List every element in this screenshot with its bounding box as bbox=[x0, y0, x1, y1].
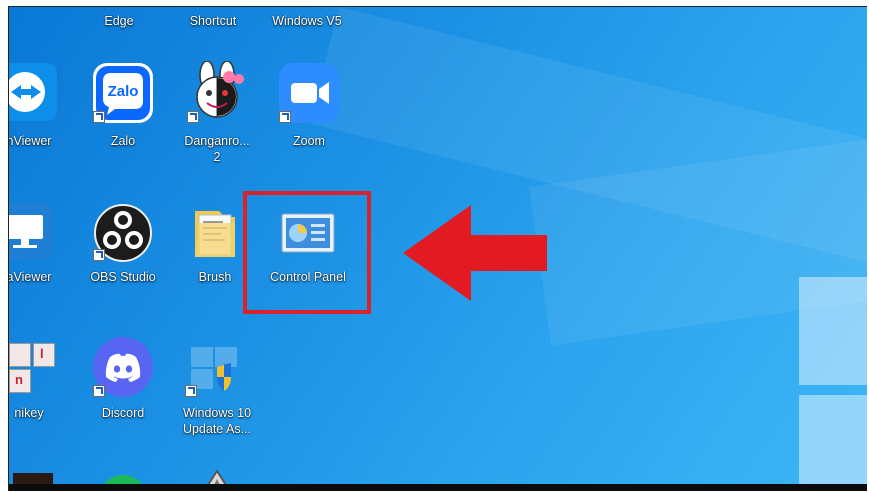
danganronpa-shortcut-arrow-icon bbox=[187, 111, 199, 123]
zalo-logo-text: Zalo bbox=[107, 83, 139, 100]
danganronpa-label-line2[interactable]: 2 bbox=[167, 149, 267, 165]
taskbar-edge bbox=[9, 484, 867, 491]
teamviewer-icon[interactable] bbox=[9, 63, 57, 121]
windows-update-shortcut-arrow-icon bbox=[185, 385, 197, 397]
discord-shortcut-arrow-icon bbox=[93, 385, 105, 397]
windows-v5-label[interactable]: Windows V5 bbox=[257, 13, 357, 29]
teamviewer-label[interactable]: nViewer bbox=[9, 133, 79, 149]
zoom-shortcut-arrow-icon bbox=[279, 111, 291, 123]
discord-label[interactable]: Discord bbox=[73, 405, 173, 421]
pointer-arrow-icon bbox=[403, 205, 547, 301]
danganronpa-label[interactable]: Danganro... bbox=[167, 133, 267, 149]
folder-icon[interactable] bbox=[189, 205, 241, 261]
anyviewer-label[interactable]: aViewer bbox=[9, 269, 79, 285]
windows-update-label[interactable]: Windows 10 bbox=[167, 405, 267, 421]
windows-update-label-line2[interactable]: Update As... bbox=[167, 421, 267, 437]
desktop: Edge Shortcut Windows V5 nViewer Zalo Za… bbox=[8, 6, 867, 491]
obs-studio-label[interactable]: OBS Studio bbox=[73, 269, 173, 285]
monitor-app-icon[interactable] bbox=[9, 203, 53, 259]
windows-logo-wallpaper bbox=[799, 277, 867, 491]
zalo-shortcut-arrow-icon bbox=[93, 111, 105, 123]
unikey-key-letter: l bbox=[40, 346, 44, 361]
unikey-key-letter: n bbox=[15, 372, 23, 387]
shortcut-label[interactable]: Shortcut bbox=[163, 13, 263, 29]
unikey-label[interactable]: nikey bbox=[9, 405, 79, 421]
zalo-label[interactable]: Zalo bbox=[73, 133, 173, 149]
unikey-icon[interactable]: l n bbox=[9, 343, 55, 393]
edge-label[interactable]: Edge bbox=[69, 13, 169, 29]
obs-shortcut-arrow-icon bbox=[93, 249, 105, 261]
highlight-box bbox=[243, 191, 371, 314]
zoom-label[interactable]: Zoom bbox=[259, 133, 359, 149]
